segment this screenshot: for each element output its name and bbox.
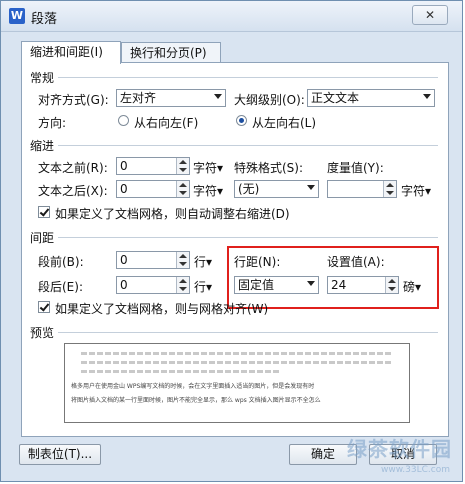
measure-label: 度量值(Y): (327, 161, 384, 175)
spin-down-icon (179, 191, 187, 195)
tab-line-page-breaks[interactable]: 换行和分页(P) (121, 42, 221, 63)
measure-unit-text: 字符 (401, 184, 426, 198)
alignment-label: 对齐方式(G): (38, 93, 109, 107)
spinner-buttons[interactable] (176, 158, 189, 174)
spin-down-icon (179, 262, 187, 266)
special-format-label: 特殊格式(S): (234, 161, 304, 175)
watermark-url: www.33LC.com (381, 465, 450, 475)
ltr-radio[interactable] (236, 115, 247, 126)
title-bar: W 段落 ✕ (1, 1, 462, 32)
spinner-buttons[interactable] (176, 252, 189, 268)
dialog-title: 段落 (31, 12, 58, 27)
special-format-select[interactable]: (无) (234, 180, 319, 198)
preview-sample-line: 将图片插入文档的某一行里面时候，图片不能完全显示，那么 wps 文档插入图片显示… (71, 397, 321, 404)
space-before-input[interactable]: 0 (116, 251, 190, 269)
spin-up-icon (179, 183, 187, 187)
close-button[interactable]: ✕ (412, 5, 448, 25)
indent-after-unit[interactable]: 字符▾ (193, 182, 223, 199)
indent-separator (58, 145, 438, 146)
rtl-radio[interactable] (118, 115, 129, 126)
site-watermark: 绿茶软件园 www.33LC.com (302, 431, 452, 475)
spin-down-icon (386, 191, 394, 195)
outline-level-select[interactable]: 正文文本 (307, 89, 435, 107)
spin-down-icon (179, 287, 187, 291)
tab-stops-button[interactable]: 制表位(T)... (19, 444, 101, 465)
chevron-down-icon (423, 94, 431, 99)
spinner-buttons[interactable] (176, 181, 189, 197)
chevron-down-icon (214, 94, 222, 99)
indent-grid-checkbox[interactable] (38, 206, 50, 218)
preview-box: 格多用户在使用金山 WPS编写文档的时候，会在文字里面插入适当的图片，但是会发现… (64, 343, 410, 423)
indent-before-unit[interactable]: 字符▾ (193, 159, 223, 176)
preview-prev-paragraph-line (81, 361, 393, 364)
tab-indent-spacing[interactable]: 缩进和间距(I) (21, 41, 121, 64)
spacing-grid-label: 如果定义了文档网格，则与网格对齐(W) (55, 302, 269, 316)
space-before-label: 段前(B): (38, 255, 84, 269)
preview-sample-line: 格多用户在使用金山 WPS编写文档的时候，会在文字里面插入适当的图片，但是会发现… (71, 383, 315, 390)
spin-up-icon (179, 160, 187, 164)
chevron-down-icon (307, 185, 315, 190)
indent-before-value: 0 (120, 159, 128, 173)
indent-after-label: 文本之后(X): (38, 184, 108, 198)
indent-grid-label: 如果定义了文档网格，则自动调整右缩进(D) (55, 207, 290, 221)
direction-label: 方向: (38, 116, 67, 130)
preview-section-title: 预览 (30, 326, 55, 340)
spin-up-icon (179, 279, 187, 283)
spin-up-icon (386, 183, 394, 187)
spacing-grid-checkbox[interactable] (38, 301, 50, 313)
alignment-select[interactable]: 左对齐 (116, 89, 226, 107)
outline-level-value: 正文文本 (311, 91, 360, 105)
spin-down-icon (179, 168, 187, 172)
spacing-section-title: 间距 (30, 231, 55, 245)
paragraph-dialog: W 段落 ✕ 缩进和间距(I) 换行和分页(P) 常规 对齐方式(G): 左对齐… (0, 0, 463, 482)
preview-sample-text: 格多用户在使用金山 WPS编写文档的时候，会在文字里面插入适当的图片，但是会发现… (71, 380, 405, 408)
indent-after-input[interactable]: 0 (116, 180, 190, 198)
measure-input[interactable] (327, 180, 397, 198)
general-section-title: 常规 (30, 71, 55, 85)
space-after-value: 0 (120, 278, 128, 292)
space-before-unit-text: 行 (194, 255, 207, 269)
indent-section-title: 缩进 (30, 139, 55, 153)
spacing-separator (58, 237, 438, 238)
preview-prev-paragraph-line (81, 370, 281, 373)
spinner-buttons[interactable] (383, 181, 396, 197)
watermark-text: 绿茶软件园 (347, 437, 452, 461)
ltr-label: 从左向右(L) (252, 116, 317, 130)
spin-up-icon (179, 254, 187, 258)
alignment-value: 左对齐 (120, 91, 157, 105)
wps-writer-icon: W (9, 8, 25, 24)
space-before-unit[interactable]: 行▾ (194, 253, 212, 270)
spinner-buttons[interactable] (176, 277, 189, 293)
preview-separator (58, 332, 438, 333)
indent-before-unit-text: 字符 (193, 161, 218, 175)
outline-level-label: 大纲级别(O): (234, 93, 305, 107)
space-after-input[interactable]: 0 (116, 276, 190, 294)
general-separator (58, 77, 438, 78)
tab-panel: 常规 对齐方式(G): 左对齐 大纲级别(O): 正文文本 方向: 从右向左(F… (21, 62, 449, 437)
indent-after-value: 0 (120, 182, 128, 196)
space-after-unit[interactable]: 行▾ (194, 278, 212, 295)
indent-before-input[interactable]: 0 (116, 157, 190, 175)
indent-after-unit-text: 字符 (193, 184, 218, 198)
space-before-value: 0 (120, 253, 128, 267)
preview-prev-paragraph-line (81, 352, 393, 355)
space-after-unit-text: 行 (194, 280, 207, 294)
measure-unit[interactable]: 字符▾ (401, 182, 431, 199)
rtl-label: 从右向左(F) (134, 116, 199, 130)
special-format-value: (无) (238, 182, 260, 196)
indent-before-label: 文本之前(R): (38, 161, 108, 175)
space-after-label: 段后(E): (38, 280, 83, 294)
